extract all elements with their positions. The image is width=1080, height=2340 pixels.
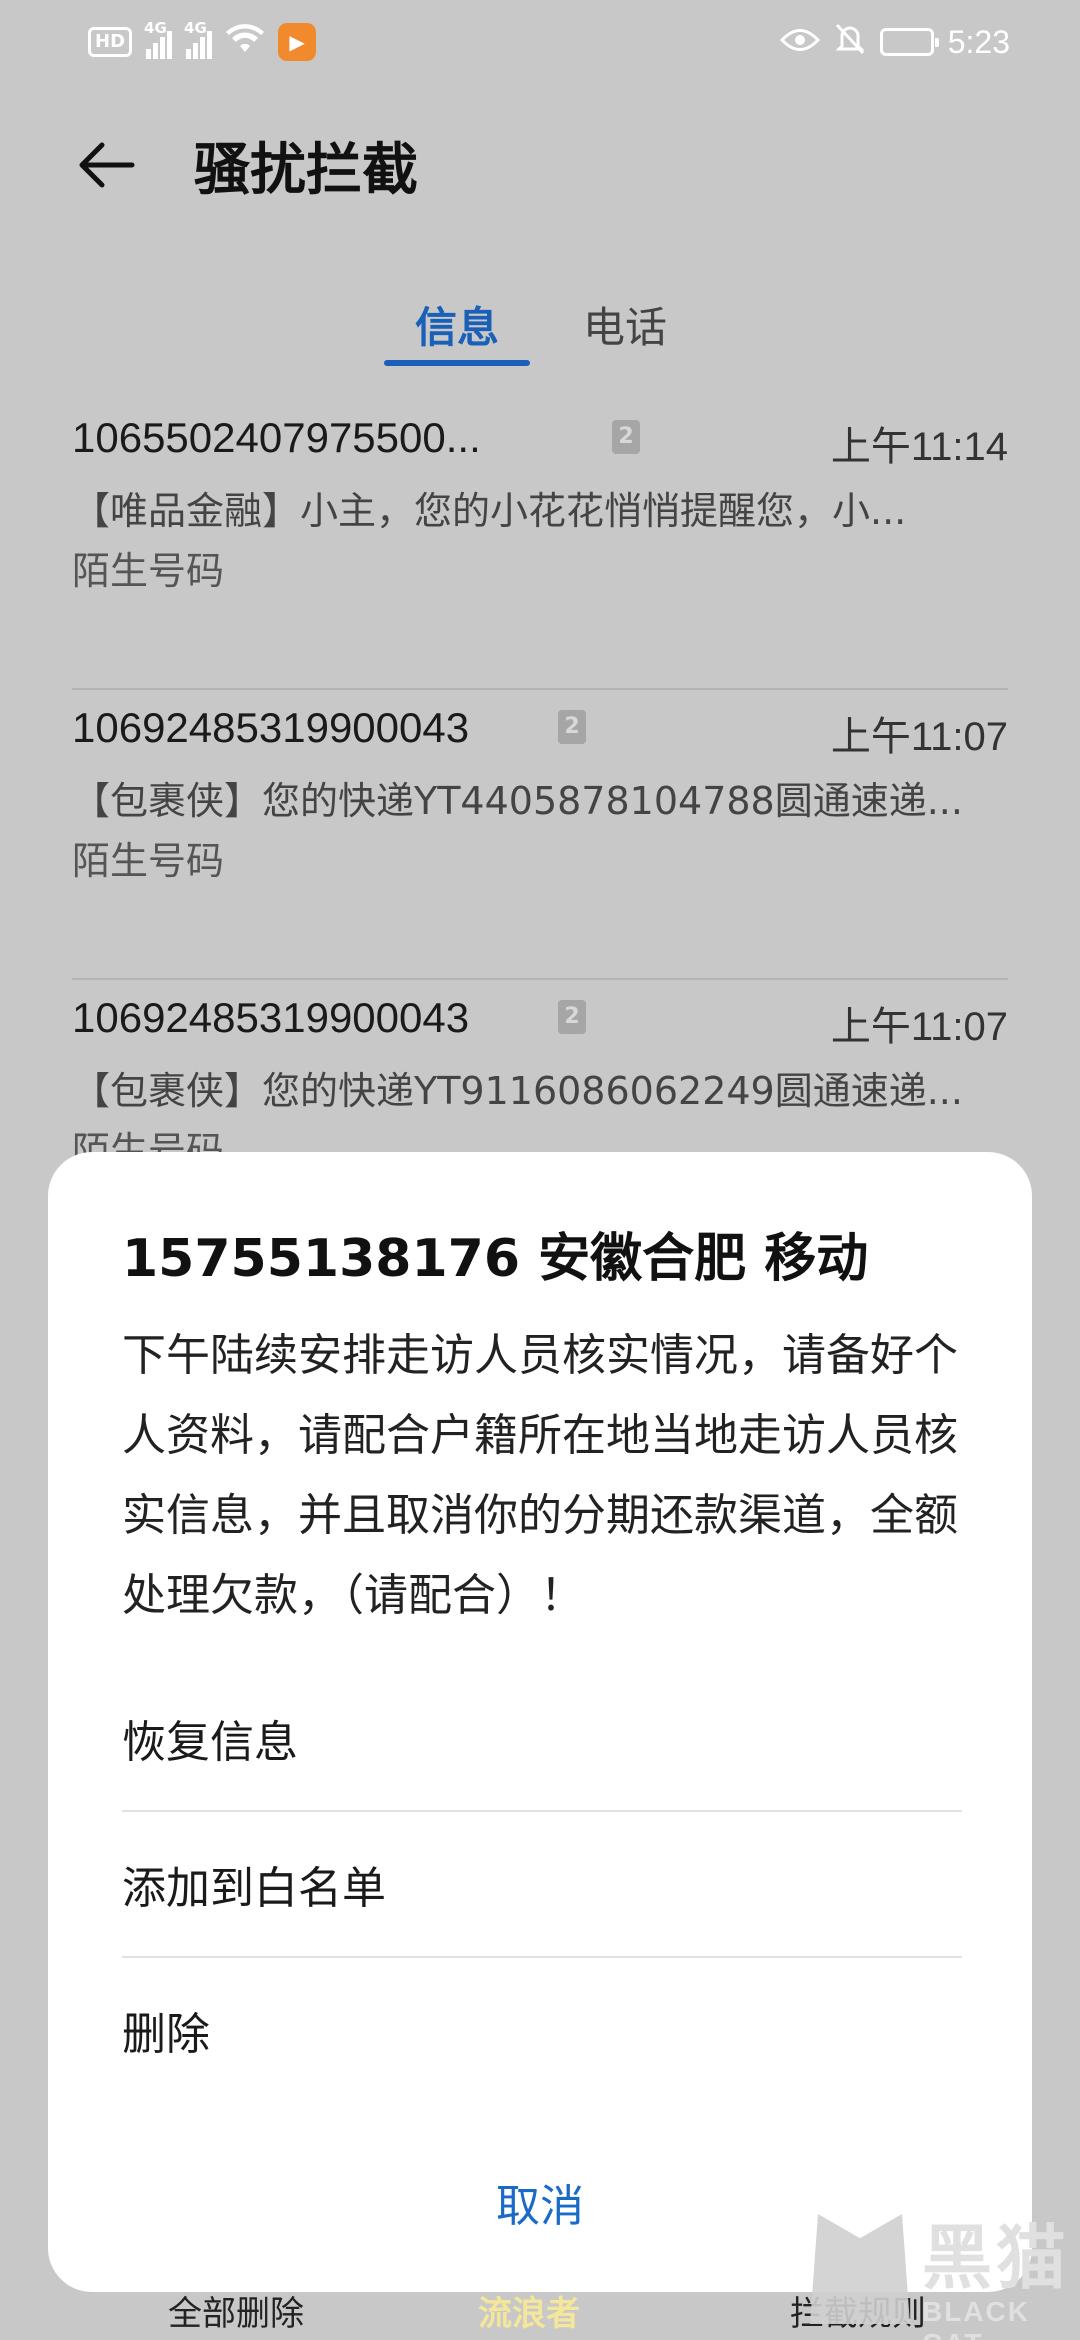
battery-icon — [879, 28, 939, 56]
sim-card-icon: 2 — [612, 420, 640, 454]
wifi-icon — [226, 23, 265, 61]
message-preview: 【唯品金融】小主，您的小花花悄悄提醒您，小... — [72, 489, 907, 533]
delete-all-button[interactable]: 全部删除 — [168, 2286, 304, 2335]
sim-card-icon: 2 — [558, 1000, 586, 1034]
signal-icon-1: 4G — [144, 19, 173, 59]
message-tag: 陌生号码 — [72, 839, 225, 883]
message-item[interactable]: 1065502407975500... 2 上午11:14 【唯品金融】小主，您… — [72, 400, 1008, 690]
restore-message-option[interactable]: 恢复信息 — [122, 1666, 962, 1810]
tab-messages[interactable]: 信息 — [384, 294, 530, 355]
message-time: 上午11:07 — [830, 715, 1008, 759]
network-type-2: 4G — [184, 19, 207, 37]
network-type-1: 4G — [144, 19, 167, 37]
dialog-message-body: 下午陆续安排走访人员核实情况，请备好个人资料，请配合户籍所在地当地走访人员核实信… — [122, 1330, 958, 1621]
eye-comfort-icon — [779, 25, 820, 59]
status-right: 5:23 — [779, 22, 1010, 62]
blackcat-watermark: 黑猫 BLACK CAT — [810, 2200, 1080, 2340]
back-arrow-icon[interactable] — [74, 133, 138, 197]
tab-indicator — [384, 360, 530, 366]
message-preview: 【包裹侠】您的快递YT4405878104788圆通速递... — [72, 779, 963, 823]
status-left: HD 4G 4G ▶ — [88, 19, 317, 61]
message-time: 上午11:14 — [830, 425, 1008, 469]
message-sender: 10692485319900043 — [72, 704, 470, 751]
dialog-title: 15755138176 安徽合肥 移动 — [122, 1229, 869, 1289]
mute-bell-icon — [834, 22, 866, 62]
blocked-message-list: 1065502407975500... 2 上午11:14 【唯品金融】小主，您… — [72, 400, 1008, 1270]
message-preview: 【包裹侠】您的快递YT9116086062249圆通速递... — [72, 1069, 963, 1113]
hd-badge: HD — [88, 27, 133, 57]
message-item[interactable]: 10692485319900043 2 上午11:07 【包裹侠】您的快递YT4… — [72, 690, 1008, 980]
page-title: 骚扰拦截 — [194, 137, 418, 203]
status-time: 5:23 — [947, 23, 1010, 60]
message-action-sheet: 15755138176 安徽合肥 移动 下午陆续安排走访人员核实情况，请备好个人… — [48, 1152, 1032, 2292]
signal-icon-2: 4G — [184, 19, 213, 59]
tab-bar: 信息 电话 — [0, 280, 1080, 370]
video-app-icon: ▶ — [278, 23, 317, 61]
status-bar: HD 4G 4G ▶ 5:23 — [0, 0, 1080, 84]
sim-card-icon: 2 — [558, 710, 586, 744]
tab-calls[interactable]: 电话 — [560, 294, 690, 355]
app-header: 骚扰拦截 — [0, 110, 1080, 220]
message-time: 上午11:07 — [830, 1005, 1008, 1049]
watermark-subtext: BLACK CAT — [922, 2296, 1030, 2340]
message-sender: 10692485319900043 — [72, 994, 470, 1041]
cat-logo-icon — [810, 2214, 910, 2324]
watermark-text: 黑猫 — [922, 2217, 1070, 2299]
delete-option[interactable]: 删除 — [122, 1958, 962, 2102]
bottom-middle-label: 流浪者 — [478, 2294, 580, 2334]
add-to-whitelist-option[interactable]: 添加到白名单 — [122, 1812, 962, 1956]
message-tag: 陌生号码 — [72, 549, 225, 593]
message-sender: 1065502407975500... — [72, 414, 481, 461]
